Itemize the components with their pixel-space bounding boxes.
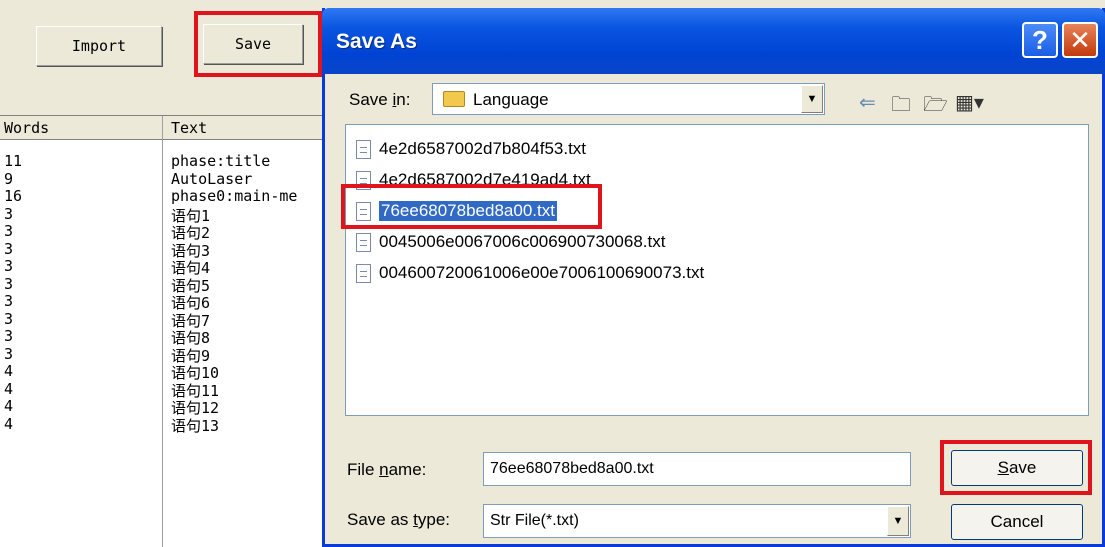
save-as-type-dropdown[interactable]: Str File(*.txt) ▼ xyxy=(483,504,911,538)
back-arrow-icon[interactable]: ⇐ xyxy=(859,90,876,115)
table-row[interactable]: 3 语句9 xyxy=(0,344,330,365)
table-row[interactable]: 3 语句6 xyxy=(0,292,330,312)
text-file-icon xyxy=(356,263,371,283)
table-row[interactable]: 3 语句5 xyxy=(0,274,330,295)
file-item[interactable]: 4e2d6587002d7b804f53.txt xyxy=(356,137,586,161)
table-row[interactable]: 3 语句1 xyxy=(0,204,330,225)
save-in-label: Save in: xyxy=(349,90,411,109)
table-row[interactable]: 9 AutoLaser xyxy=(0,169,330,188)
table-row[interactable]: 3 语句8 xyxy=(0,327,330,347)
cell-words: 3 xyxy=(4,204,14,223)
file-item[interactable]: 004600720061006e00e7006100690073.txt xyxy=(356,261,704,285)
cell-words: 3 xyxy=(4,327,14,345)
cell-words: 3 xyxy=(4,344,14,363)
import-button-label: Import xyxy=(71,37,127,55)
column-header-words[interactable]: Words xyxy=(4,119,49,137)
table-row[interactable]: 3 语句4 xyxy=(0,257,330,277)
table-row[interactable]: 3 语句2 xyxy=(0,222,330,242)
text-file-icon xyxy=(356,232,371,252)
save-as-type-label: Save as type: xyxy=(347,510,451,529)
file-name: 004600720061006e00e7006100690073.txt xyxy=(379,263,705,282)
table-row[interactable]: 16 phase0:main-me xyxy=(0,187,330,205)
cell-words: 16 xyxy=(4,187,23,205)
cell-words: 3 xyxy=(4,274,14,293)
cell-words: 4 xyxy=(4,362,14,380)
cell-words: 4 xyxy=(4,414,14,433)
language-editor-window: Import Save Words Text 11 phase:title 9 Aut… xyxy=(0,0,330,547)
save-in-dropdown[interactable]: Language ▼ xyxy=(432,83,825,115)
table-row[interactable]: 3 语句3 xyxy=(0,239,330,260)
import-button[interactable]: Import xyxy=(36,26,162,66)
cell-words: 3 xyxy=(4,292,14,310)
cancel-button[interactable]: Cancel xyxy=(951,504,1083,540)
view-menu-icon[interactable]: ▦▾ xyxy=(955,90,984,115)
cell-words: 4 xyxy=(4,397,14,415)
cell-words: 9 xyxy=(4,169,14,188)
file-item[interactable]: 0045006e0067006c006900730068.txt xyxy=(356,230,665,254)
file-name: 0045006e0067006c006900730068.txt xyxy=(379,232,666,251)
text-file-icon xyxy=(356,139,371,159)
column-header-text[interactable]: Text xyxy=(171,119,207,137)
file-name-label: File name: xyxy=(347,460,427,479)
cell-words: 3 xyxy=(4,309,14,328)
new-folder-icon[interactable]: 🗁 xyxy=(923,90,948,124)
cell-words: 11 xyxy=(4,152,23,170)
save-as-type-value: Str File(*.txt) xyxy=(490,512,579,529)
dialog-title-bar[interactable]: Save As ? ✕ xyxy=(322,8,1105,74)
dialog-title: Save As xyxy=(336,30,417,53)
close-icon: ✕ xyxy=(1069,24,1091,55)
cell-words: 4 xyxy=(4,379,14,398)
file-name: 4e2d6587002d7b804f53.txt xyxy=(379,139,587,158)
cell-words: 3 xyxy=(4,222,14,240)
table-header: Words Text xyxy=(0,116,330,140)
cell-text: phase0:main-me xyxy=(171,187,298,205)
table-row[interactable]: 4 语句12 xyxy=(0,397,330,417)
close-button[interactable]: ✕ xyxy=(1062,22,1098,58)
table-row[interactable]: 4 语句13 xyxy=(0,414,330,435)
table-row[interactable]: 4 语句11 xyxy=(0,379,330,400)
highlight-box-selected-file xyxy=(341,184,602,229)
highlight-box-dialog-save xyxy=(940,440,1092,495)
cancel-button-label: Cancel xyxy=(990,512,1044,531)
file-name-input[interactable]: 76ee68078bed8a00.txt xyxy=(483,452,911,486)
cell-text: AutoLaser xyxy=(171,169,253,188)
chevron-down-icon[interactable]: ▼ xyxy=(887,506,909,536)
cell-text: 语句13 xyxy=(171,416,220,435)
words-table[interactable]: Words Text 11 phase:title 9 AutoLaser 16 phas… xyxy=(0,115,330,547)
up-folder-icon[interactable]: 🗀 xyxy=(891,90,911,124)
highlight-box-app-save xyxy=(194,11,322,77)
cell-words: 3 xyxy=(4,257,14,275)
chevron-down-icon[interactable]: ▼ xyxy=(801,85,823,113)
save-in-value: Language xyxy=(473,90,549,109)
table-row[interactable]: 3 语句7 xyxy=(0,309,330,330)
table-row[interactable]: 11 phase:title xyxy=(0,152,330,170)
help-icon: ? xyxy=(1032,24,1048,55)
folder-icon xyxy=(443,91,465,107)
save-as-dialog: Save As ? ✕ Save in: Language ▼ ⇐ 🗀 🗁 ▦▾… xyxy=(322,8,1105,547)
file-list[interactable]: 4e2d6587002d7b804f53.txt 4e2d6587002d7e41… xyxy=(345,124,1089,416)
table-row[interactable]: 4 语句10 xyxy=(0,362,330,382)
help-button[interactable]: ? xyxy=(1022,22,1058,58)
cell-text: phase:title xyxy=(171,152,271,170)
cell-words: 3 xyxy=(4,239,14,258)
